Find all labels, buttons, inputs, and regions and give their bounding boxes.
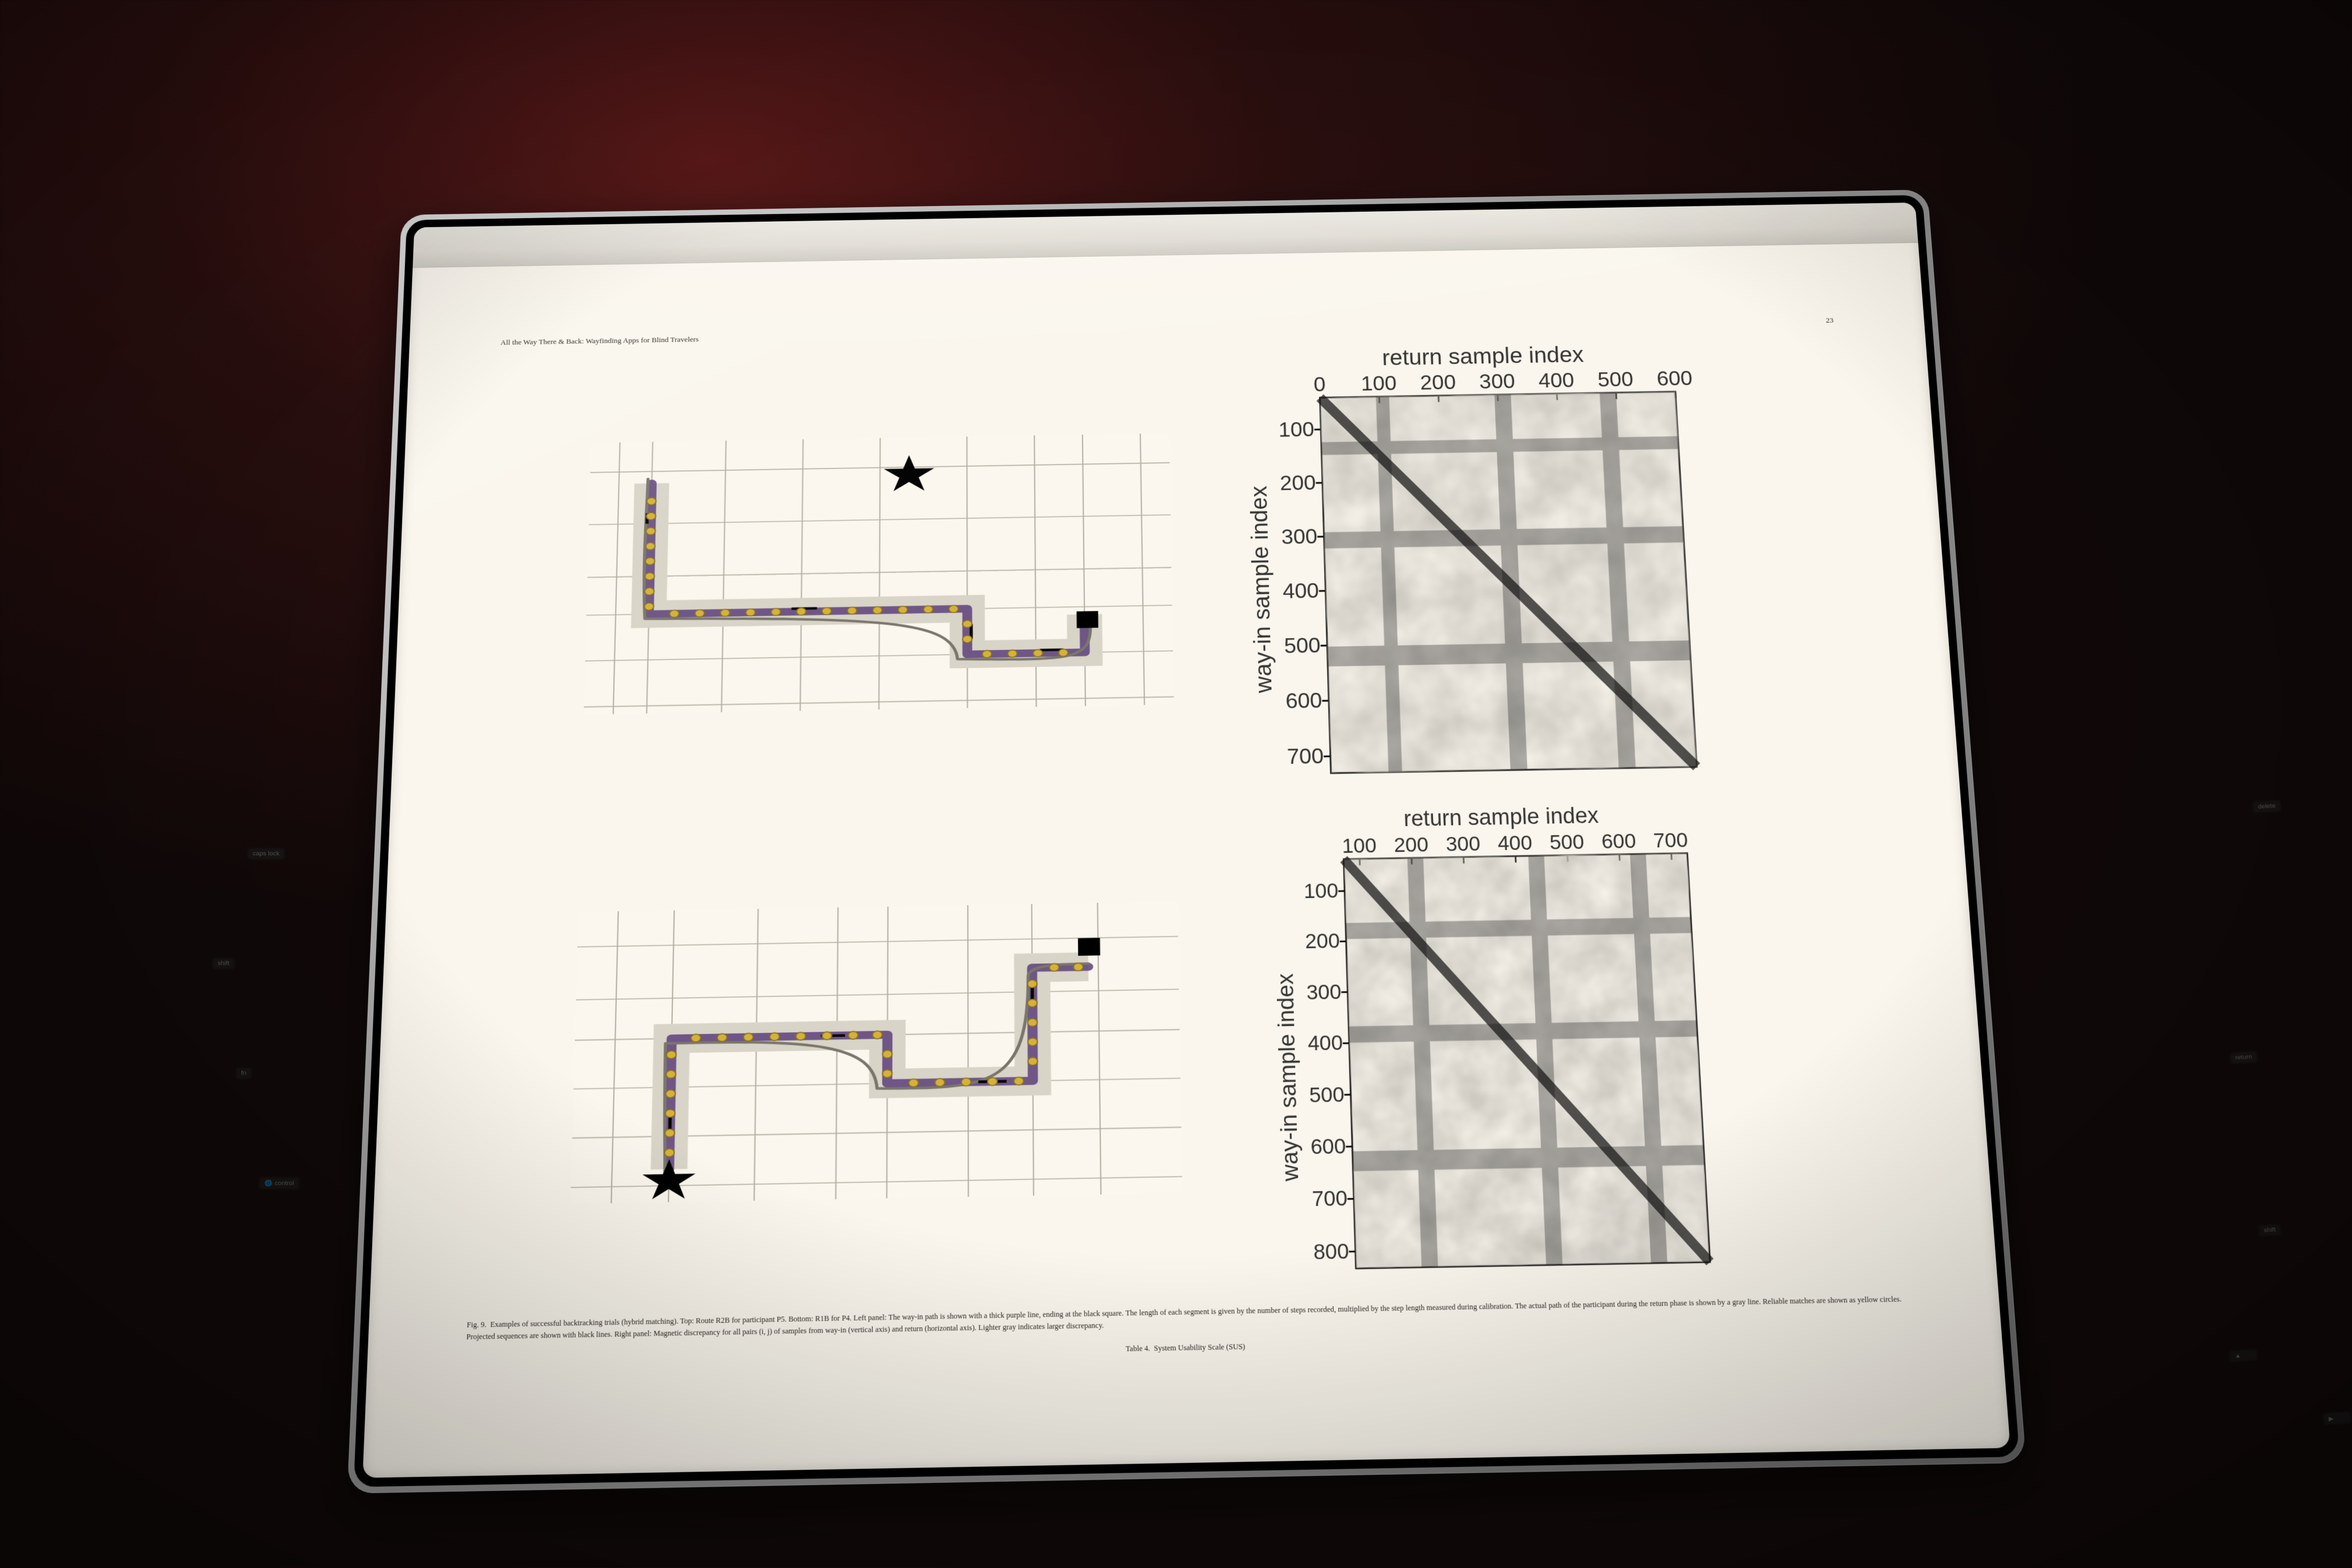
svg-text:300: 300 [1446,832,1481,855]
heatmap-xlabel: return sample index [1382,341,1585,369]
svg-text:600: 600 [1311,1134,1347,1158]
tablet-camera-notch-icon [1160,208,1171,213]
svg-text:200: 200 [1280,470,1317,494]
kbd-key: shift [2257,1223,2282,1237]
svg-text:500: 500 [1284,633,1321,657]
svg-text:300: 300 [1479,369,1516,392]
svg-text:700: 700 [1287,743,1324,768]
page-number: 23 [1826,316,1834,324]
svg-text:100: 100 [1304,879,1339,902]
kbd-key: fn [235,1067,252,1080]
figure-9: return sample index 0100200300400500600 … [568,333,1800,1305]
figure-9-heatmap-top: return sample index 0100200300400500600 … [1237,334,1722,797]
kbd-key: shift [212,957,236,970]
svg-text:400: 400 [1538,368,1575,392]
kbd-key: delete [2252,799,2283,814]
svg-text:200: 200 [1394,833,1429,856]
svg-text:600: 600 [1286,687,1323,712]
paper-running-title: All the Way There & Back: Wayfinding App… [500,334,699,346]
endpoint-star-icon [884,455,934,491]
svg-text:200: 200 [1420,370,1457,393]
svg-text:800: 800 [1313,1239,1349,1264]
figure-9-map-top [584,432,1174,714]
kbd-arrow-up-icon: ▲ [2228,1349,2259,1363]
heatmap-ylabel: way-in sample index [1273,973,1304,1182]
figure-9-map-bottom [571,901,1183,1203]
svg-text:400: 400 [1283,578,1320,602]
paper-page[interactable]: All the Way There & Back: Wayfinding App… [362,242,2011,1478]
match-dots-icon [643,490,1068,663]
svg-text:0: 0 [1314,372,1327,396]
kbd-arrow-right-icon: ▶ [2322,1411,2352,1426]
tablet-screen[interactable]: All the Way There & Back: Wayfinding App… [362,202,2011,1478]
globe-icon: 🌐 [264,1181,273,1187]
svg-text:200: 200 [1305,929,1341,953]
svg-text:500: 500 [1597,367,1634,390]
svg-text:400: 400 [1308,1031,1343,1054]
tablet-bezel: All the Way There & Back: Wayfinding App… [354,195,2020,1487]
kbd-key: 🌐control [259,1177,300,1190]
kbd-key: return [2229,1050,2258,1065]
svg-text:300: 300 [1306,980,1342,1004]
figure-label: Fig. 9. [467,1320,487,1329]
heatmap-xlabel: return sample index [1404,804,1600,832]
tablet-device: All the Way There & Back: Wayfinding App… [347,189,2026,1493]
svg-text:300: 300 [1281,524,1318,548]
svg-text:600: 600 [1601,829,1637,853]
figure-9-heatmap-bottom: return sample index 100 200 300 400 500 600 70… [1247,795,1751,1294]
svg-text:700: 700 [1312,1186,1348,1211]
svg-text:100: 100 [1342,834,1377,857]
svg-text:700: 700 [1653,828,1688,851]
endpoint-square-icon [1077,610,1098,627]
heatmap-ylabel: way-in sample index [1245,486,1277,694]
svg-text:100: 100 [1361,371,1397,394]
svg-text:100: 100 [1279,417,1315,441]
svg-text:600: 600 [1656,366,1693,389]
svg-text:500: 500 [1550,830,1585,853]
kbd-key: caps lock [247,847,285,860]
svg-text:400: 400 [1498,831,1533,854]
endpoint-square-icon [1078,937,1100,955]
svg-text:500: 500 [1309,1082,1345,1106]
